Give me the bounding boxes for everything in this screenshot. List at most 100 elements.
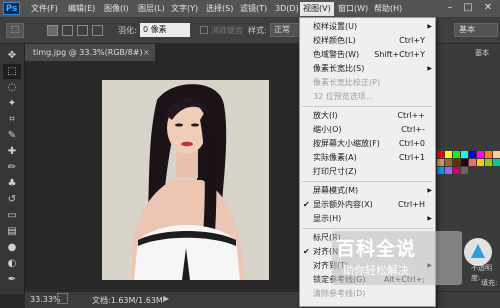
color-swatch[interactable] [485,159,492,166]
view-menu-item-label: 实际像素(A) [313,153,357,162]
menu-help[interactable]: 帮助(H) [374,3,402,15]
document-info: 文档:1.63M/1.63M [92,296,163,305]
view-menu-item-label: 32 位预览选项... [313,92,374,101]
checkmark-icon: ✔ [303,247,310,256]
dodge-tool-icon[interactable]: ◐ [3,256,21,271]
color-swatch[interactable] [485,151,492,158]
watermark-subtitle: 助你轻松解决 [343,264,409,277]
menu-edit[interactable]: 编辑(E) [68,3,95,15]
brush-tool-icon[interactable]: ✏ [3,160,21,175]
blur-tool-icon[interactable]: ● [3,240,21,255]
submenu-arrow-icon: ▶ [427,215,432,222]
color-swatch[interactable] [493,159,500,166]
document-photo [102,80,269,280]
menu-separator [302,106,433,107]
marquee-tool-icon[interactable]: ⬚ [3,64,21,79]
view-menu-item[interactable]: ✔ 显示额外内容(X) Ctrl+H [300,198,435,212]
color-swatch[interactable] [453,167,460,174]
style-select[interactable]: 正常 [270,23,300,37]
status-menu-arrow-icon[interactable]: ▶ [163,294,169,303]
close-tab-icon[interactable]: × [143,44,150,61]
magic-wand-icon[interactable]: ✦ [3,96,21,111]
eraser-icon[interactable]: ▭ [3,208,21,223]
marquee-tool-preset-icon[interactable]: ⬚ [6,23,24,38]
color-swatch[interactable] [469,151,476,158]
crop-tool-icon[interactable]: ⌗ [3,112,21,127]
color-swatch[interactable] [477,159,484,166]
menu-file[interactable]: 文件(F) [31,3,58,15]
feather-label: 羽化: [118,26,137,35]
menu-window[interactable]: 窗口(W) [338,3,368,15]
menu-layer[interactable]: 图层(L) [138,3,165,15]
view-menu-item-label: 按屏幕大小缩放(F) [313,139,380,148]
checkmark-icon: ✔ [303,200,310,209]
view-menu-item-label: 像素长宽比校正(P) [313,78,381,87]
status-preview-icon[interactable] [57,293,68,304]
view-menu-item[interactable]: 放大(I) Ctrl++ [300,109,435,123]
style-label: 样式: [248,26,267,35]
view-menu-item[interactable]: 色域警告(W) Shift+Ctrl+Y [300,48,435,62]
portrait-photo [102,80,269,280]
stamp-tool-icon[interactable]: ♣ [3,176,21,191]
color-swatch[interactable] [493,151,500,158]
gradient-tool-icon[interactable]: ▤ [3,224,21,239]
feather-input[interactable]: 0 像素 [140,23,190,37]
maximize-icon[interactable]: □ [461,1,475,15]
healing-brush-icon[interactable]: ✚ [3,144,21,159]
intersect-selection-icon[interactable] [92,25,103,36]
menu-view[interactable]: 视图(V) [300,2,334,16]
color-swatch[interactable] [437,167,444,174]
lasso-tool-icon[interactable]: ◌ [3,80,21,95]
pen-tool-icon[interactable]: ✒ [3,272,21,287]
color-swatch[interactable] [437,151,444,158]
photoshop-logo: Ps [3,2,20,15]
menu-type[interactable]: 文字(Y) [171,3,198,15]
view-menu-item[interactable]: 按屏幕大小缩放(F) Ctrl+0 [300,137,435,151]
minimize-icon[interactable]: – [443,1,457,15]
color-swatch[interactable] [469,159,476,166]
workspace-select[interactable]: 基本 [454,23,498,37]
color-swatch[interactable] [453,159,460,166]
submenu-arrow-icon: ▶ [427,23,432,30]
color-swatch[interactable] [453,151,460,158]
move-tool-icon[interactable]: ✥ [3,48,21,63]
view-menu-item-shortcut: Ctrl+- [401,125,425,134]
view-menu-item[interactable]: 显示(H) ▶ [300,212,435,226]
view-menu-item[interactable]: 像素长宽比(S) ▶ [300,62,435,76]
color-swatch[interactable] [461,167,468,174]
antialias-checkbox[interactable] [200,26,208,34]
view-menu-item[interactable]: 打印尺寸(Z) [300,165,435,179]
subtract-selection-icon[interactable] [77,25,88,36]
menu-image[interactable]: 图像(I) [104,3,129,15]
view-menu-item[interactable]: 屏幕模式(M) ▶ [300,184,435,198]
view-menu-item-label: 放大(I) [313,111,338,120]
color-swatch[interactable] [445,151,452,158]
zoom-level[interactable]: 33.33% [30,295,61,304]
add-selection-icon[interactable] [62,25,73,36]
new-selection-icon[interactable] [47,25,58,36]
view-menu-item[interactable]: 校样设置(U) ▶ [300,20,435,34]
eyedropper-icon[interactable]: ✎ [3,128,21,143]
view-menu-item-label: 校样设置(U) [313,22,358,31]
history-brush-icon[interactable]: ↺ [3,192,21,207]
menu-filter[interactable]: 滤镜(T) [240,3,267,15]
color-swatch[interactable] [445,167,452,174]
color-swatch[interactable] [445,159,452,166]
view-menu-item[interactable]: 实际像素(A) Ctrl+1 [300,151,435,165]
menu-select[interactable]: 选择(S) [206,3,233,15]
view-menu-item[interactable]: 缩小(O) Ctrl+- [300,123,435,137]
menu-3d[interactable]: 3D(D) [275,3,299,15]
close-icon[interactable]: ✕ [481,1,495,15]
document-tab[interactable]: timg.jpg @ 33.3%(RGB/8#) × [25,44,155,61]
tools-panel: ✥ ⬚ ◌ ✦ ⌗ ✎ ✚ ✏ ♣ ↺ ▭ ▤ ● ◐ ✒ [0,44,25,294]
menu-bar: Ps 文件(F) 编辑(E) 图像(I) 图层(L) 文字(Y) 选择(S) 滤… [0,0,500,18]
color-swatch[interactable] [437,159,444,166]
color-swatch[interactable] [461,151,468,158]
view-menu-item-label: 色域警告(W) [313,50,360,59]
submenu-arrow-icon: ▶ [427,65,432,72]
view-menu-item[interactable]: 校样颜色(L) Ctrl+Y [300,34,435,48]
view-menu-item-label: 校样颜色(L) [313,36,356,45]
color-swatch[interactable] [461,159,468,166]
color-swatch[interactable] [477,151,484,158]
watermark-title: 百科全说 [336,238,417,260]
